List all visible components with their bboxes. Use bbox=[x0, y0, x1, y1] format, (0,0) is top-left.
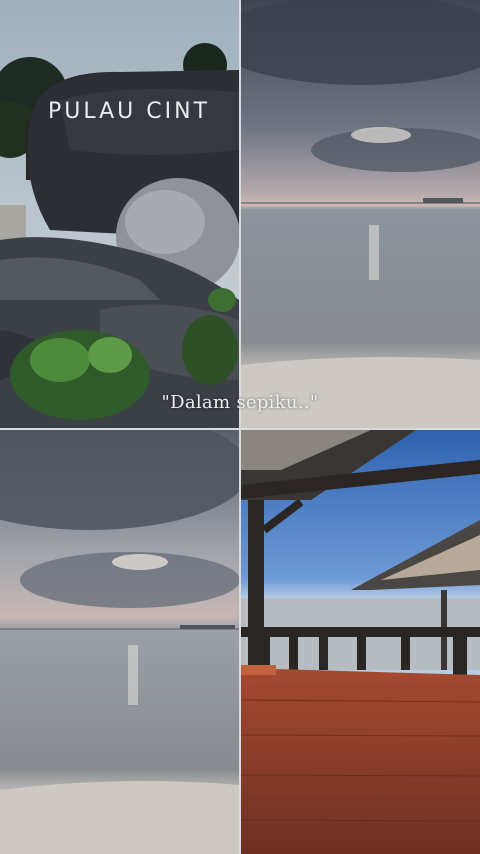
sun-reflection bbox=[128, 645, 138, 705]
sea-scene-2 bbox=[0, 430, 239, 854]
wooden-deck bbox=[241, 668, 480, 854]
photo-sea-reflection bbox=[0, 430, 239, 854]
photo-sea-sunset bbox=[241, 0, 480, 428]
rock-sign-text: PULAU CINT bbox=[48, 99, 210, 124]
storm-cloud bbox=[241, 0, 480, 85]
photo-wooden-gazebo bbox=[241, 430, 480, 854]
beach-sand bbox=[0, 781, 239, 854]
photo-rocks-sign: PULAU CINT bbox=[0, 0, 239, 428]
overlay-caption: "Dalam sepiku.." bbox=[161, 392, 319, 413]
sea-scene bbox=[241, 0, 480, 428]
sun-reflection bbox=[369, 225, 379, 280]
rocks-scene: PULAU CINT bbox=[0, 0, 239, 428]
gazebo-scene bbox=[241, 430, 480, 854]
